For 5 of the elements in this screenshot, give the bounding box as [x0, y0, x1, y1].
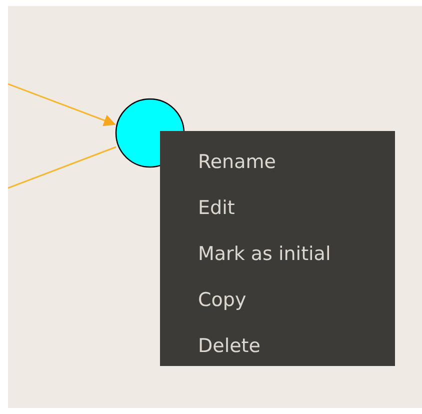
menu-item[interactable]: Copy: [160, 277, 395, 323]
menu-item[interactable]: Rename: [160, 139, 395, 185]
menu-item[interactable]: Mark as initial: [160, 231, 395, 277]
menu-item[interactable]: Edit: [160, 185, 395, 231]
menu-item[interactable]: Delete: [160, 323, 395, 369]
